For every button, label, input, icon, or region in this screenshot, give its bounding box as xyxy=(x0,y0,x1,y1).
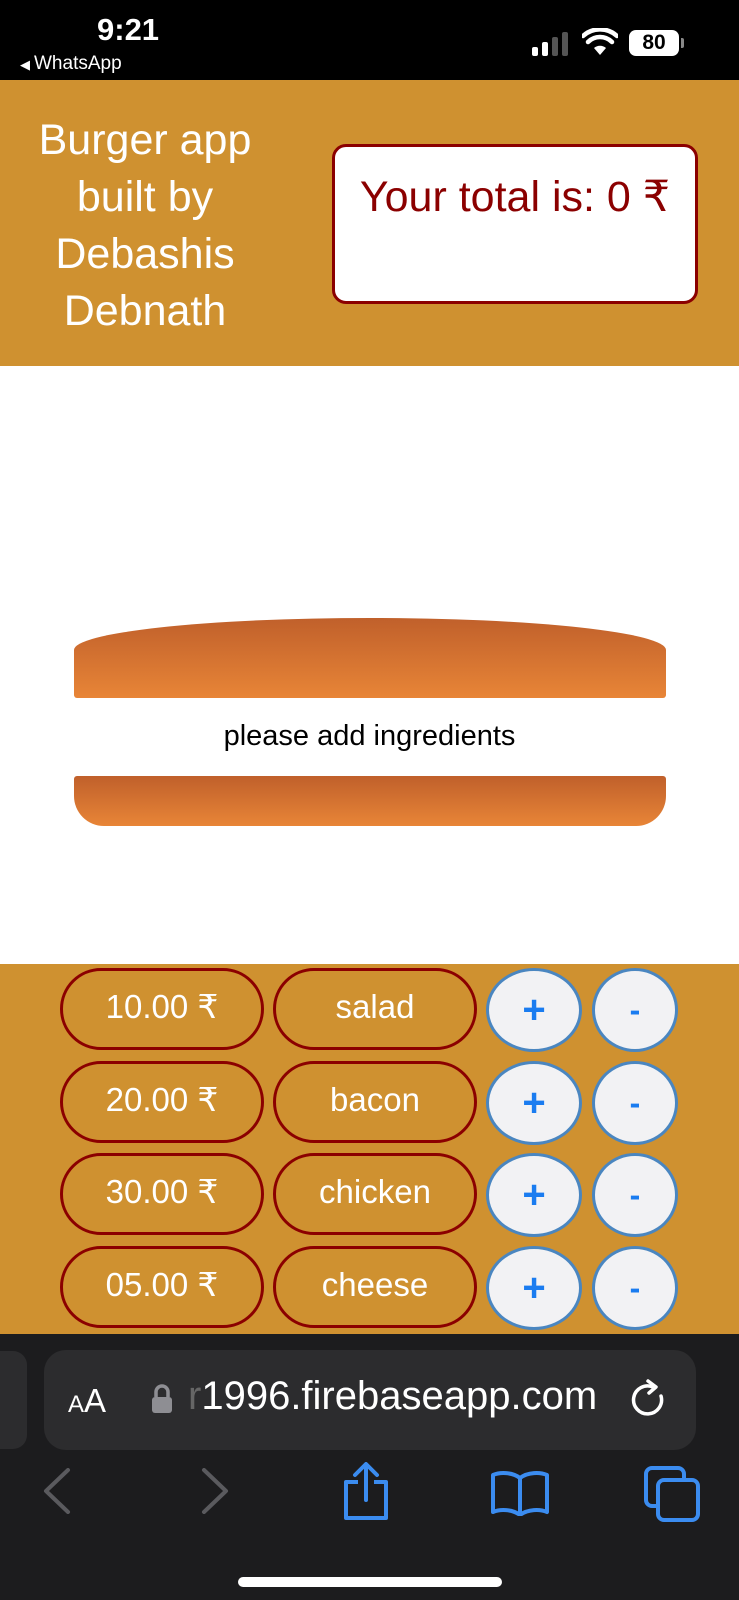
bun-top xyxy=(74,618,666,698)
battery-indicator: 80 xyxy=(629,30,684,56)
remove-chicken-button[interactable]: - xyxy=(592,1153,678,1237)
bun-bottom xyxy=(74,776,666,826)
previous-tab-preview[interactable] xyxy=(0,1351,27,1449)
add-chicken-button[interactable]: + xyxy=(486,1153,582,1237)
remove-bacon-button[interactable]: - xyxy=(592,1061,678,1145)
reload-icon[interactable] xyxy=(628,1378,670,1422)
ingredient-price-bacon: 20.00 ₹ xyxy=(60,1061,264,1143)
status-bar: 9:21 ◀ WhatsApp 80 xyxy=(0,0,739,80)
cellular-signal-icon xyxy=(532,32,572,56)
text-size-button[interactable]: AA xyxy=(68,1382,106,1420)
forward-icon[interactable] xyxy=(200,1468,230,1514)
back-triangle-icon: ◀ xyxy=(20,57,30,72)
add-cheese-button[interactable]: + xyxy=(486,1246,582,1330)
empty-burger-message: please add ingredients xyxy=(223,720,516,752)
back-app-label: WhatsApp xyxy=(34,53,122,74)
back-icon[interactable] xyxy=(42,1468,72,1514)
lock-icon xyxy=(152,1384,172,1413)
status-time: 9:21 xyxy=(97,12,160,47)
ingredient-price-cheese: 05.00 ₹ xyxy=(60,1246,264,1328)
remove-cheese-button[interactable]: - xyxy=(592,1246,678,1330)
bookmarks-icon[interactable] xyxy=(490,1470,550,1516)
ingredient-name-cheese: cheese xyxy=(273,1246,477,1328)
add-salad-button[interactable]: + xyxy=(486,968,582,1052)
share-icon[interactable] xyxy=(342,1462,390,1522)
tabs-icon[interactable] xyxy=(644,1466,700,1522)
ingredient-price-salad: 10.00 ₹ xyxy=(60,968,264,1050)
back-to-app-link[interactable]: ◀ WhatsApp xyxy=(20,53,122,75)
total-price-display: Your total is: 0 ₹ xyxy=(332,144,698,304)
ingredient-name-chicken: chicken xyxy=(273,1153,477,1235)
ingredient-price-chicken: 30.00 ₹ xyxy=(60,1153,264,1235)
remove-salad-button[interactable]: - xyxy=(592,968,678,1052)
address-bar[interactable]: AA r1996.firebaseapp.com xyxy=(44,1350,696,1450)
ingredient-name-bacon: bacon xyxy=(273,1061,477,1143)
app-title: Burger app built by Debashis Debnath xyxy=(38,116,252,335)
wifi-icon xyxy=(582,28,618,55)
url-text: r1996.firebaseapp.com xyxy=(188,1374,598,1418)
text-size-label: A xyxy=(84,1382,107,1419)
ingredient-name-salad: salad xyxy=(273,968,477,1050)
home-indicator[interactable] xyxy=(238,1577,502,1587)
add-bacon-button[interactable]: + xyxy=(486,1061,582,1145)
